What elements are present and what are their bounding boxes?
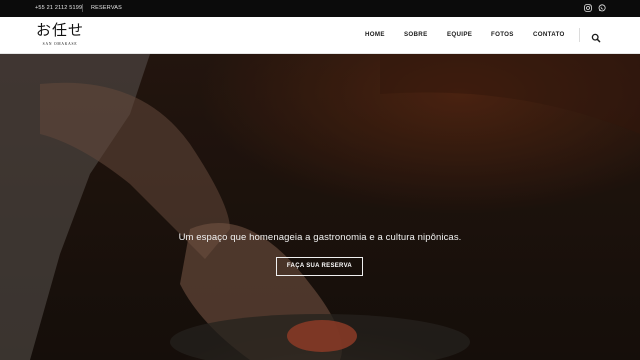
nav-fotos[interactable]: FOTOS — [491, 31, 514, 38]
instagram-icon[interactable] — [584, 4, 592, 12]
hero-overlay — [0, 54, 640, 360]
reservation-button[interactable]: FAÇA SUA RESERVA — [276, 257, 363, 276]
search-icon[interactable] — [591, 30, 601, 43]
nav-home[interactable]: HOME — [365, 31, 385, 38]
nav-divider — [579, 28, 580, 42]
nav-sobre[interactable]: SOBRE — [404, 31, 428, 38]
page: +55 21 2112 5199 RESERVAS お任せ SAN OMAKAS… — [0, 0, 640, 360]
top-bar: +55 21 2112 5199 RESERVAS — [0, 0, 640, 17]
main-header: お任せ SAN OMAKASE HOME SOBRE EQUIPE FOTOS … — [0, 17, 640, 54]
site-logo[interactable]: お任せ SAN OMAKASE — [35, 21, 85, 50]
nav-contato[interactable]: CONTATO — [533, 31, 565, 38]
reservas-link[interactable]: RESERVAS — [91, 5, 122, 11]
nav-equipe[interactable]: EQUIPE — [447, 31, 472, 38]
hero-tagline: Um espaço que homenageia a gastronomia e… — [178, 232, 462, 243]
phone-number[interactable]: +55 21 2112 5199 — [35, 5, 82, 11]
whatsapp-icon[interactable] — [598, 4, 606, 12]
topbar-divider — [82, 4, 83, 12]
logo-subtitle: SAN OMAKASE — [42, 42, 78, 46]
logo-japanese: お任せ — [35, 21, 84, 39]
hero-section: Um espaço que homenageia a gastronomia e… — [0, 54, 640, 360]
